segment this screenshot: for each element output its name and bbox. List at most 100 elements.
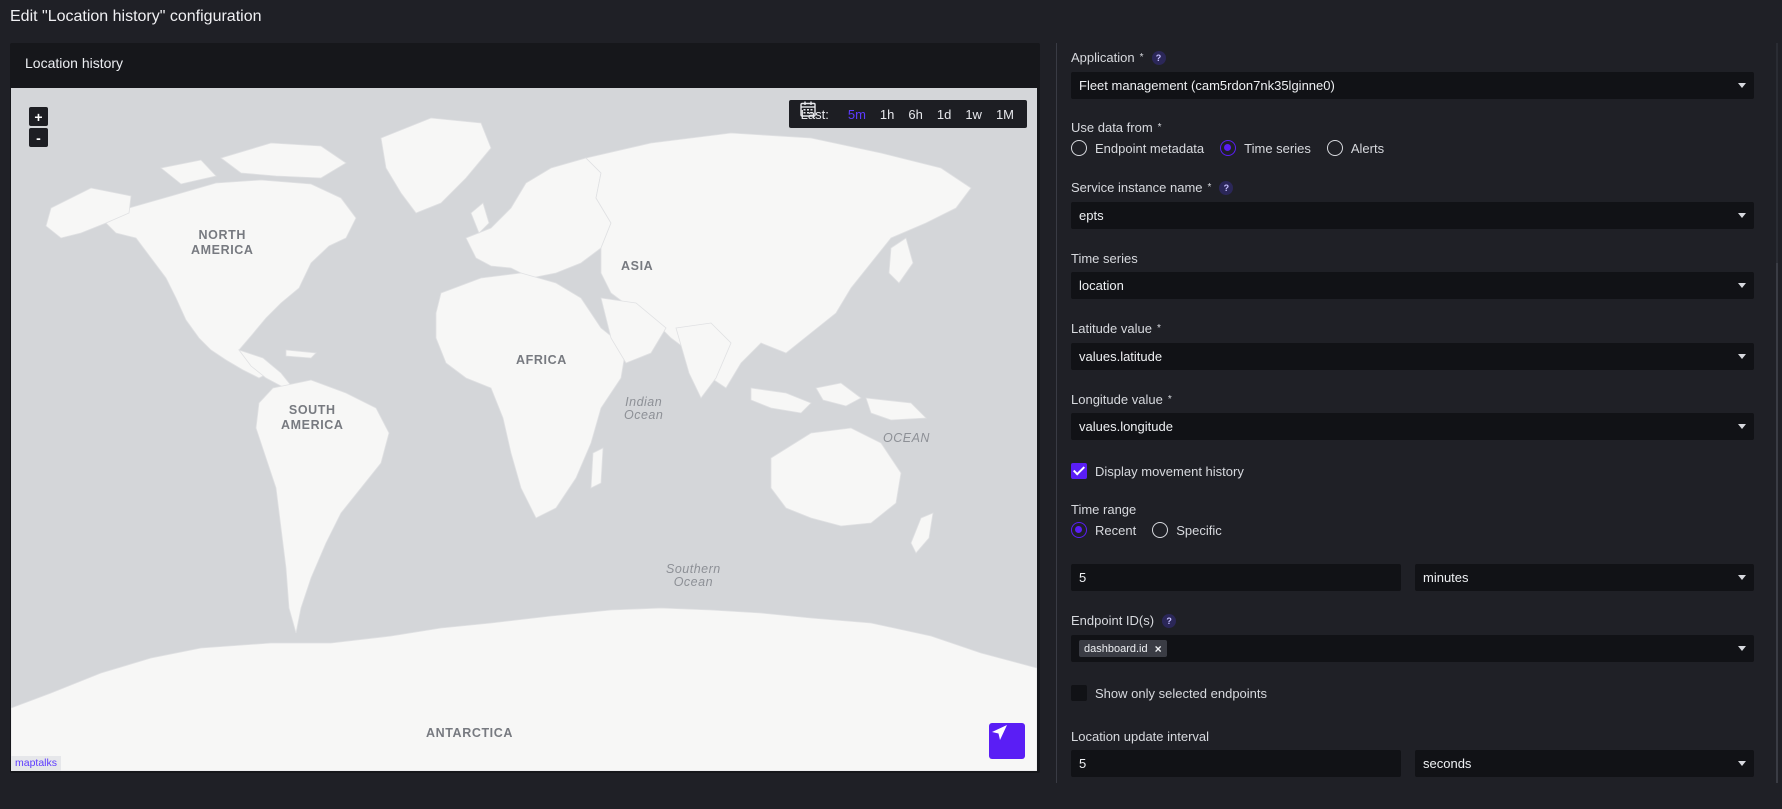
required-mark: * [1156, 323, 1161, 334]
map-land [11, 117, 1037, 771]
service-instance-label-text: Service instance name [1071, 180, 1203, 195]
time-range-unit-value: minutes [1423, 570, 1469, 585]
preview-panel: Location history + - Last: 5m 1h 6h 1d 1… [10, 43, 1040, 773]
configuration-form: Application *? Fleet management (cam5rdon… [1071, 0, 1754, 809]
map-label-asia: ASIA [621, 259, 654, 273]
radio-circle [1152, 522, 1169, 538]
radio-specific[interactable]: Specific [1152, 522, 1222, 538]
radio-time-series[interactable]: Time series [1220, 140, 1311, 156]
use-data-from-label-text: Use data from [1071, 120, 1153, 135]
checkbox-checked [1071, 463, 1087, 479]
radio-circle [1326, 140, 1343, 156]
use-data-from-label: Use data from * [1071, 120, 1162, 135]
time-range-label: Time range [1071, 502, 1137, 517]
show-selected-label: Show only selected endpoints [1095, 685, 1268, 701]
time-range-bar: Last: 5m 1h 6h 1d 1w 1M [788, 100, 1027, 128]
endpoint-chip-label: dashboard.id [1084, 642, 1148, 655]
display-history-checkbox[interactable]: Display movement history [1071, 463, 1244, 479]
application-select[interactable]: Fleet management (cam5rdon7nk35lginne0) [1071, 72, 1754, 99]
display-history-label: Display movement history [1095, 463, 1244, 479]
preview-title: Location history [25, 55, 124, 71]
radio-label: Endpoint metadata [1095, 140, 1205, 156]
zoom-in-button[interactable]: + [29, 107, 48, 126]
latitude-value: values.latitude [1079, 349, 1163, 364]
calendar-icon[interactable] [799, 100, 817, 118]
time-range-amount-input[interactable] [1071, 564, 1401, 591]
application-value: Fleet management (cam5rdon7nk35lginne0) [1079, 78, 1335, 93]
radio-alerts[interactable]: Alerts [1326, 140, 1385, 156]
time-range-unit-select[interactable]: minutes [1415, 564, 1754, 591]
map-label-southern-ocean: Southern Ocean [666, 562, 721, 589]
application-label: Application *? [1071, 50, 1166, 65]
service-instance-select[interactable]: epts [1071, 202, 1754, 229]
map-label-ocean: OCEAN [883, 431, 930, 445]
time-option-1h[interactable]: 1h [880, 107, 894, 122]
map-label-antarctica: ANTARCTICA [426, 726, 514, 740]
update-interval-amount-input[interactable] [1071, 750, 1401, 777]
required-mark: * [1207, 182, 1212, 193]
map-label-south-america: SOUTH AMERICA [281, 403, 344, 432]
chevron-down-icon [1738, 354, 1746, 359]
time-option-6h[interactable]: 6h [908, 107, 922, 122]
time-series-value: location [1079, 278, 1124, 293]
chevron-down-icon [1738, 646, 1746, 651]
map-attribution[interactable]: maptalks [11, 756, 62, 771]
latitude-select[interactable]: values.latitude [1071, 343, 1754, 370]
radio-circle [1071, 140, 1087, 156]
chevron-down-icon [1738, 761, 1746, 766]
required-mark: * [1157, 122, 1162, 133]
radio-label: Specific [1176, 522, 1222, 538]
longitude-label: Longitude value * [1071, 392, 1172, 407]
radio-label: Alerts [1350, 140, 1385, 156]
update-interval-label: Location update interval [1071, 729, 1210, 744]
panel-divider [1056, 43, 1057, 783]
service-instance-value: epts [1079, 208, 1104, 223]
endpoint-ids-label: Endpoint ID(s)? [1071, 613, 1177, 628]
required-mark: * [1139, 52, 1144, 63]
radio-label: Recent [1095, 522, 1137, 538]
update-interval-unit-value: seconds [1423, 756, 1472, 771]
show-selected-checkbox[interactable]: Show only selected endpoints [1071, 685, 1267, 701]
locate-button[interactable] [989, 723, 1025, 759]
time-series-label: Time series [1071, 251, 1138, 266]
radio-recent[interactable]: Recent [1071, 522, 1136, 538]
latitude-label: Latitude value * [1071, 321, 1161, 336]
help-icon[interactable]: ? [1162, 613, 1177, 628]
map-label-north-america: NORTH AMERICA [191, 228, 254, 257]
time-option-1d[interactable]: 1d [937, 107, 951, 122]
radio-label: Time series [1244, 140, 1311, 156]
use-data-from-radios: Endpoint metadata Time series Alerts [1071, 140, 1400, 156]
chevron-down-icon [1738, 575, 1746, 580]
scrollbar-thumb[interactable] [1776, 263, 1778, 783]
update-interval-unit-select[interactable]: seconds [1415, 750, 1754, 777]
required-mark: * [1167, 394, 1172, 405]
radio-circle [1071, 522, 1087, 538]
endpoint-ids-select[interactable]: dashboard.id × [1071, 635, 1754, 662]
scrollbar-track-top [1776, 43, 1778, 263]
radio-circle [1220, 140, 1237, 156]
endpoint-ids-label-text: Endpoint ID(s) [1071, 613, 1155, 628]
chip-remove-icon[interactable]: × [1155, 642, 1162, 656]
time-option-1w[interactable]: 1w [965, 107, 982, 122]
help-icon[interactable]: ? [1219, 180, 1234, 195]
chevron-down-icon [1738, 424, 1746, 429]
chevron-down-icon [1738, 213, 1746, 218]
navigation-arrow-icon [992, 725, 1007, 740]
page-title: Edit "Location history" configuration [10, 8, 262, 25]
map-label-indian-ocean: Indian Ocean [624, 395, 664, 422]
help-icon[interactable]: ? [1151, 50, 1166, 65]
longitude-label-text: Longitude value [1071, 392, 1163, 407]
checkbox-unchecked [1071, 685, 1087, 701]
endpoint-chip: dashboard.id × [1079, 640, 1167, 657]
application-label-text: Application [1071, 50, 1135, 65]
time-series-select[interactable]: location [1071, 272, 1754, 299]
longitude-select[interactable]: values.longitude [1071, 413, 1754, 440]
world-map[interactable]: + - Last: 5m 1h 6h 1d 1w 1M NORTH AMERIC… [11, 88, 1037, 771]
time-range-radios: Recent Specific [1071, 522, 1238, 538]
radio-endpoint-metadata[interactable]: Endpoint metadata [1071, 140, 1204, 156]
time-option-5m[interactable]: 5m [848, 107, 866, 122]
time-option-1M[interactable]: 1M [996, 107, 1014, 122]
chevron-down-icon [1738, 283, 1746, 288]
service-instance-label: Service instance name *? [1071, 180, 1234, 195]
zoom-out-button[interactable]: - [29, 128, 48, 147]
